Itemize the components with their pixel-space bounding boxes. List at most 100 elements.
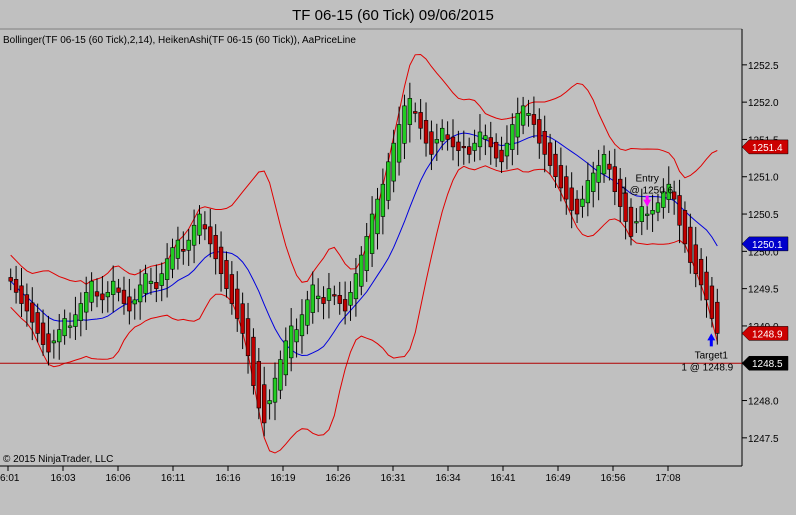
candle-body (709, 285, 715, 319)
candle-body (240, 303, 245, 334)
candle-body (375, 198, 380, 235)
candle-body (127, 296, 132, 312)
candle-body (148, 280, 154, 284)
candle-body (450, 136, 456, 148)
candle-body (434, 139, 440, 144)
candle-body (623, 192, 628, 222)
candle-body (30, 302, 35, 323)
candle-body (715, 301, 720, 334)
x-tick-label: 16:11 (161, 473, 186, 484)
price-badge-label: 1248.5 (752, 359, 783, 370)
candle-body (256, 361, 262, 409)
candle-body (396, 124, 402, 163)
x-tick-label: 16:56 (600, 473, 625, 484)
candle-body (698, 258, 704, 286)
entry-title: Entry (636, 174, 659, 185)
candle-body (585, 180, 591, 204)
candle-body (504, 142, 510, 157)
x-tick-label: 16:16 (215, 473, 240, 484)
candle-body (456, 141, 461, 151)
y-tick-label: 1250.5 (748, 210, 779, 221)
candle-body (407, 98, 413, 125)
candle-body (13, 279, 19, 293)
candle-body (493, 141, 499, 159)
candle-body (100, 293, 105, 301)
candle-body (348, 292, 353, 306)
candle-body (423, 120, 429, 144)
candle-body (704, 271, 709, 301)
chart-title: TF 06-15 (60 Tick) 09/06/2015 (292, 7, 494, 24)
candle-body (553, 153, 558, 178)
candle-body (315, 295, 321, 300)
candle-body (110, 280, 116, 295)
candle-body (634, 221, 639, 224)
candle-body (466, 146, 472, 155)
y-tick-label: 1251.0 (748, 173, 779, 184)
copyright-label: © 2015 NinjaTrader, LLC (3, 454, 113, 465)
candle-body (612, 166, 618, 192)
y-tick-label: 1248.0 (748, 397, 779, 408)
candle-body (51, 340, 57, 344)
candle-body (359, 254, 364, 287)
candle-body (170, 247, 175, 270)
candle-body (639, 206, 644, 222)
candle-body (413, 111, 418, 114)
candle-body (650, 210, 655, 215)
candle-body (202, 224, 208, 230)
candle-body (574, 198, 580, 215)
candle-body (601, 154, 607, 175)
candle-body (596, 165, 601, 183)
candle-body (24, 294, 30, 312)
candle-body (121, 289, 127, 304)
candle-body (94, 291, 100, 297)
candle-body (245, 318, 251, 357)
candle-body (40, 322, 46, 345)
candle-body (483, 135, 488, 140)
price-badge-label: 1250.1 (752, 240, 783, 251)
candle-body (8, 277, 13, 282)
candle-body (364, 236, 369, 271)
price-badge-label: 1251.4 (752, 143, 783, 154)
candle-body (537, 119, 542, 144)
candle-body (440, 127, 445, 142)
target-title: Target1 (695, 350, 729, 361)
candle-body (197, 213, 202, 236)
candle-body (181, 248, 186, 252)
x-tick-label: 16:41 (490, 473, 515, 484)
candle-body (677, 195, 682, 226)
candle-body (191, 224, 197, 246)
price-chart: TF 06-15 (60 Tick) 09/06/2015 Bollinger(… (0, 0, 796, 510)
candle-body (499, 149, 504, 163)
candle-body (305, 299, 310, 326)
candle-body (380, 183, 386, 217)
x-tick-label: 16:34 (435, 473, 460, 484)
candle-body (569, 187, 574, 211)
candle-body (46, 333, 51, 353)
entry-detail: 1 @ 1250.6 (621, 186, 673, 197)
candle-body (267, 400, 272, 405)
candle-body (418, 112, 423, 129)
candle-body (35, 312, 40, 334)
candle-body (547, 142, 553, 166)
candle-body (607, 163, 612, 170)
y-tick-label: 1252.5 (748, 61, 779, 72)
candle-body (332, 294, 337, 297)
candle-body (391, 142, 396, 182)
candle-body (78, 303, 84, 321)
candle-body (342, 299, 348, 312)
x-tick-label: 16:06 (105, 473, 130, 484)
indicators-label: Bollinger(TF 06-15 (60 Tick),2,14), Heik… (3, 35, 356, 46)
candle-body (57, 329, 62, 343)
x-tick-label: 16:03 (50, 473, 75, 484)
candle-body (591, 172, 596, 192)
candle-body (251, 336, 256, 386)
candle-body (143, 273, 148, 294)
candle-body (164, 258, 170, 280)
candle-body (208, 226, 213, 245)
candle-body (558, 165, 564, 189)
candle-body (159, 273, 164, 286)
candle-body (655, 202, 661, 213)
candle-body (137, 284, 143, 303)
candle-body (531, 114, 537, 125)
x-tick-label: 6:01 (0, 473, 20, 484)
